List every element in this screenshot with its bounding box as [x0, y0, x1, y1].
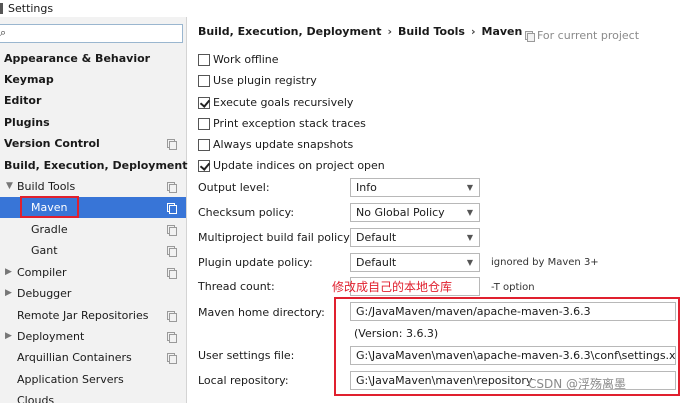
breadcrumb-item: Maven — [481, 25, 523, 38]
project-scope-icon — [167, 246, 177, 257]
chevron-right-icon[interactable]: ▶ — [5, 262, 12, 283]
sidebar-item-keymap[interactable]: Keymap — [0, 69, 186, 90]
checkbox-box[interactable] — [198, 118, 210, 130]
sidebar-item-build-tools[interactable]: ▼ Build Tools — [0, 176, 186, 197]
local-repository-label: Local repository: — [198, 374, 289, 387]
watermark: CSDN @浮殇离墨 — [528, 377, 627, 391]
annotation-note: 修改成自己的本地仓库 — [332, 280, 453, 294]
sidebar-item-editor[interactable]: Editor — [0, 90, 186, 111]
select-value: Default — [356, 231, 397, 244]
checkbox-label: Print exception stack traces — [213, 117, 366, 130]
sidebar-item-application-servers[interactable]: Application Servers — [0, 369, 186, 390]
checkbox-box[interactable] — [198, 139, 210, 151]
checkbox-box[interactable] — [198, 54, 210, 66]
chevron-right-icon[interactable]: ▶ — [5, 326, 12, 347]
sidebar-item-plugins[interactable]: Plugins — [0, 112, 186, 133]
sidebar-item-label: Debugger — [17, 287, 72, 300]
sidebar-item-version-control[interactable]: Version Control — [0, 133, 186, 154]
sidebar-item-label: Build, Execution, Deployment — [4, 159, 188, 172]
project-scope-icon — [167, 225, 177, 236]
checkbox-label: Execute goals recursively — [213, 96, 354, 109]
checkbox-box[interactable] — [198, 75, 210, 87]
sidebar-item-label: Clouds — [17, 394, 55, 403]
sidebar-item-clouds[interactable]: Clouds — [0, 390, 186, 403]
project-scope-icon — [167, 268, 177, 279]
maven-home-label: Maven home directory: — [198, 306, 325, 319]
output-level-select[interactable]: Info ▼ — [350, 178, 480, 197]
sidebar-item-label: Compiler — [17, 266, 67, 279]
sidebar-item-debugger[interactable]: ▶ Debugger — [0, 283, 186, 304]
thread-count-label: Thread count: — [198, 280, 275, 293]
window-title: Settings — [8, 2, 54, 15]
sidebar-item-label: Application Servers — [17, 373, 124, 386]
project-scope-icon — [167, 139, 177, 150]
checkbox-label: Use plugin registry — [213, 74, 317, 87]
select-value: Info — [356, 181, 377, 194]
project-scope-icon — [167, 182, 177, 193]
for-current-project-label: For current project — [537, 29, 640, 42]
user-settings-label: User settings file: — [198, 349, 295, 362]
project-scope-icon — [167, 203, 177, 214]
sidebar-item-gradle[interactable]: Gradle — [0, 219, 186, 240]
checkbox-box[interactable] — [198, 97, 210, 109]
breadcrumb-item: Build, Execution, Deployment — [198, 25, 382, 38]
multiproject-fail-policy-label: Multiproject build fail policy: — [198, 231, 353, 244]
chevron-right-icon[interactable]: ▶ — [5, 283, 12, 304]
select-value: Default — [356, 256, 397, 269]
select-value: No Global Policy — [356, 206, 445, 219]
sidebar-item-label: Arquillian Containers — [17, 351, 132, 364]
checkbox-label: Work offline — [213, 53, 279, 66]
chevron-down-icon: ▼ — [466, 258, 473, 267]
chevron-down-icon: ▼ — [466, 233, 473, 242]
sidebar-item-appearance-behavior[interactable]: Appearance & Behavior — [0, 48, 186, 69]
project-scope-icon — [167, 353, 177, 364]
thread-count-hint: -T option — [491, 282, 535, 293]
sidebar-item-gant[interactable]: Gant — [0, 240, 186, 261]
sidebar-item-build-execution-deployment[interactable]: Build, Execution, Deployment — [0, 155, 188, 176]
multiproject-fail-policy-select[interactable]: Default ▼ — [350, 228, 480, 247]
breadcrumb-item: Build Tools — [398, 25, 465, 38]
sidebar-item-label: Plugins — [4, 116, 50, 129]
plugin-update-hint: ignored by Maven 3+ — [491, 257, 599, 268]
annotation-highlight-box — [334, 297, 680, 396]
sidebar-item-arquillian-containers[interactable]: Arquillian Containers — [0, 347, 186, 368]
checksum-policy-select[interactable]: No Global Policy ▼ — [350, 203, 480, 222]
sidebar-item-deployment[interactable]: ▶ Deployment — [0, 326, 186, 347]
sidebar-item-label: Gradle — [31, 223, 68, 236]
sidebar-item-label: Build Tools — [17, 180, 76, 193]
checkbox-label: Always update snapshots — [213, 138, 354, 151]
chevron-down-icon[interactable]: ▼ — [6, 176, 13, 197]
chevron-down-icon: ▼ — [466, 208, 473, 217]
title-bar: Settings — [0, 0, 698, 17]
plugin-update-policy-label: Plugin update policy: — [198, 256, 313, 269]
output-level-label: Output level: — [198, 181, 270, 194]
sidebar-item-label: Keymap — [4, 73, 54, 86]
sidebar-item-label: Remote Jar Repositories — [17, 309, 149, 322]
checksum-policy-label: Checksum policy: — [198, 206, 295, 219]
project-scope-icon — [167, 332, 177, 343]
sidebar-item-label: Deployment — [17, 330, 85, 343]
checkbox-label: Update indices on project open — [213, 159, 385, 172]
plugin-update-policy-select[interactable]: Default ▼ — [350, 253, 480, 272]
settings-search-input[interactable] — [6, 26, 176, 41]
breadcrumb-separator: › — [470, 25, 476, 38]
project-scope-icon — [167, 311, 177, 322]
sidebar-item-label: Gant — [31, 244, 58, 257]
for-current-project-note: For current project — [525, 29, 639, 42]
sidebar-item-label: Editor — [4, 94, 42, 107]
sidebar-item-compiler[interactable]: ▶ Compiler — [0, 262, 186, 283]
breadcrumb-separator: › — [387, 25, 393, 38]
chevron-down-icon: ▼ — [466, 183, 473, 192]
maven-highlight-box — [20, 196, 79, 218]
project-scope-icon — [525, 31, 535, 42]
app-icon — [0, 3, 3, 14]
sidebar-item-label: Appearance & Behavior — [4, 52, 151, 65]
settings-search-box[interactable]: ⌕ — [0, 24, 183, 43]
sidebar-item-remote-jar-repositories[interactable]: Remote Jar Repositories — [0, 305, 186, 326]
breadcrumb: Build, Execution, Deployment › Build Tools… — [198, 25, 526, 41]
checkbox-box[interactable] — [198, 160, 210, 172]
sidebar-item-label: Version Control — [4, 137, 100, 150]
